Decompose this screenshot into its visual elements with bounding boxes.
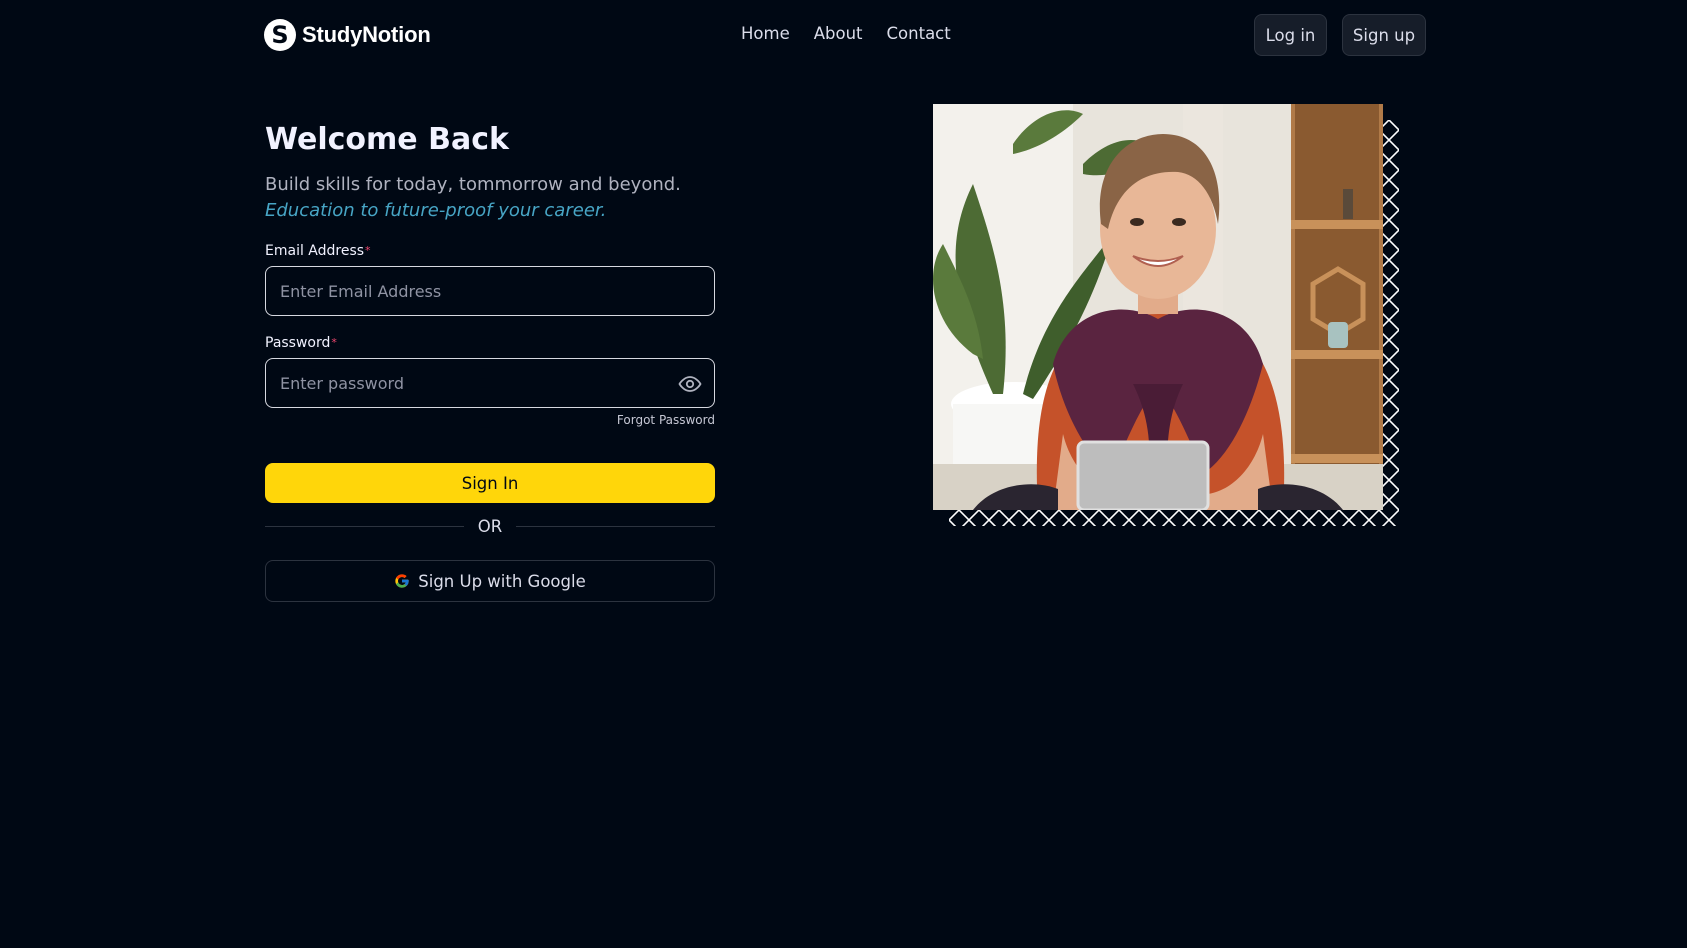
google-signup-button[interactable]: Sign Up with Google: [265, 560, 715, 602]
email-field[interactable]: [278, 280, 702, 302]
subtitle: Build skills for today, tommorrow and be…: [265, 174, 681, 195]
password-label: Password*: [265, 332, 715, 354]
signup-button[interactable]: Sign up: [1342, 14, 1426, 56]
nav-link-about[interactable]: About: [814, 24, 863, 43]
student-photo: [933, 104, 1383, 510]
divider-line-left: [265, 526, 464, 527]
page-title: Welcome Back: [265, 122, 509, 157]
password-field[interactable]: [278, 372, 702, 394]
eye-icon[interactable]: [678, 372, 702, 396]
google-icon: [395, 574, 409, 588]
required-asterisk: *: [331, 336, 337, 349]
nav-link-home[interactable]: Home: [741, 24, 790, 43]
email-field-wrapper: [265, 266, 715, 316]
login-button[interactable]: Log in: [1254, 14, 1327, 56]
login-form: Email Address* Password* Forgot Password…: [265, 240, 716, 602]
or-divider: OR: [265, 517, 716, 536]
google-button-label: Sign Up with Google: [418, 571, 586, 591]
password-label-text: Password: [265, 335, 331, 351]
sign-in-button[interactable]: Sign In: [265, 463, 715, 503]
or-text: OR: [477, 517, 503, 536]
email-label-text: Email Address: [265, 243, 365, 259]
divider-line-right: [516, 526, 716, 527]
nav-link-contact[interactable]: Contact: [887, 24, 951, 43]
logo-text: StudyNotion: [302, 22, 431, 47]
login-form-section: Welcome Back Build skills for today, tom…: [265, 118, 716, 602]
password-field-wrapper: [265, 358, 715, 408]
nav-links: Home About Contact: [741, 24, 951, 43]
studynotion-logo-icon: S: [264, 19, 296, 51]
top-navbar: S StudyNotion Home About Contact Log in …: [0, 0, 1687, 71]
email-label: Email Address*: [265, 240, 715, 262]
subtitle-emphasis: Education to future-proof your career.: [265, 200, 607, 221]
hero-image-container: [933, 104, 1399, 526]
forgot-password-link[interactable]: Forgot Password: [265, 413, 715, 427]
required-asterisk: *: [365, 244, 371, 257]
logo[interactable]: S StudyNotion: [264, 18, 431, 52]
